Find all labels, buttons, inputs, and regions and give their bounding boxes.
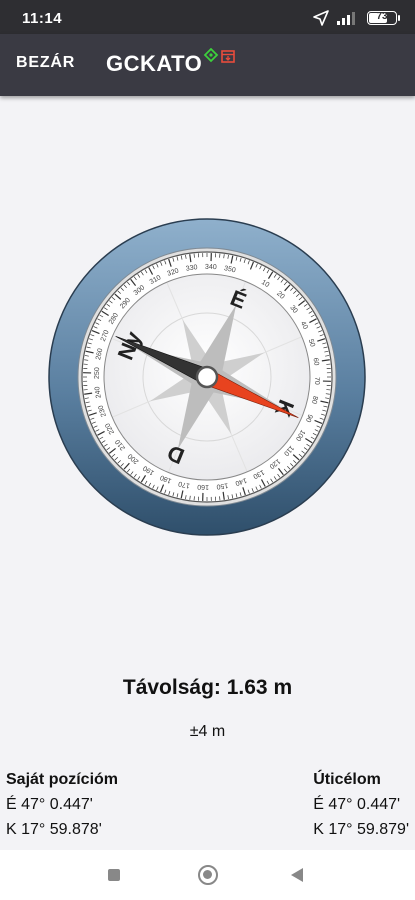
- destination-block: Úticélom É 47° 0.447' K 17° 59.879': [313, 767, 409, 842]
- close-button[interactable]: BEZÁR: [16, 54, 75, 72]
- location-arrow-icon: [313, 10, 329, 26]
- battery-tip: [398, 15, 400, 21]
- cache-box-icon: [221, 50, 235, 63]
- nav-recents-icon[interactable]: [108, 869, 120, 881]
- own-position-lon: K 17° 59.878': [6, 821, 102, 838]
- page-title: GCKATO: [106, 51, 203, 76]
- cache-type-icons: [203, 47, 237, 71]
- accuracy-text: ±4 m: [189, 723, 226, 740]
- compass-degree-label: 340: [205, 264, 217, 271]
- compass-degree-label: 160: [197, 483, 209, 490]
- destination-title: Úticélom: [313, 771, 381, 788]
- signal-icon: [337, 12, 355, 25]
- status-bar: 11:14 73: [0, 0, 415, 34]
- compass-graphic: 1020304050607080901001101201301401501601…: [48, 218, 366, 536]
- nav-back-icon[interactable]: [291, 868, 303, 882]
- compass-degree-label: 60: [312, 357, 320, 366]
- waypoint-icon: [203, 47, 219, 63]
- compass-degree-label: 70: [313, 377, 320, 385]
- status-icons: 73: [313, 9, 400, 27]
- system-nav-bar: [0, 850, 415, 900]
- battery-text: 73: [376, 11, 388, 22]
- destination-lat: É 47° 0.447': [313, 796, 401, 813]
- nav-home-icon[interactable]: [198, 865, 218, 885]
- battery-icon: 73: [367, 11, 400, 25]
- destination-lon: K 17° 59.879': [313, 821, 409, 838]
- app-bar: BEZÁR GCKATO: [0, 34, 415, 96]
- own-position-lat: É 47° 0.447': [6, 796, 93, 813]
- compass: 10 20 30 40 50 60 70 80 90 100 110 120 130 140 150 160 1…: [48, 218, 366, 536]
- compass-pivot: [195, 365, 219, 389]
- own-position-block: Saját pozícióm É 47° 0.447' K 17° 59.878…: [6, 767, 118, 842]
- own-position-title: Saját pozícióm: [6, 771, 119, 788]
- compass-degree-label: 250: [94, 367, 101, 379]
- distance-text: Távolság: 1.63 m: [122, 676, 293, 699]
- status-time: 11:14: [22, 10, 63, 27]
